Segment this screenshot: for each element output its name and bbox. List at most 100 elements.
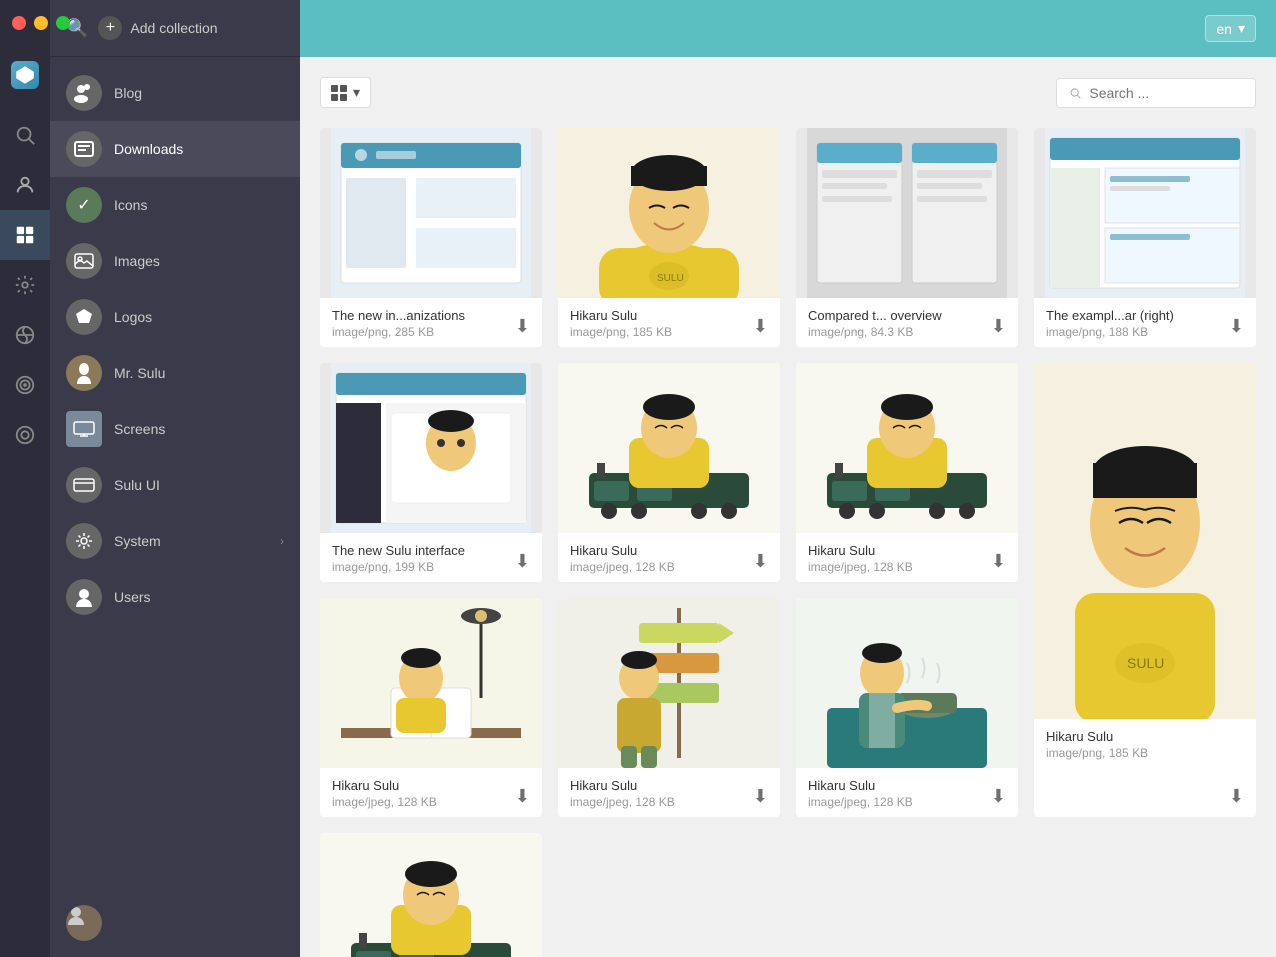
- media-card-meta: image/jpeg, 128 KB: [332, 795, 530, 809]
- users-avatar: [66, 579, 102, 615]
- media-card-info: Hikaru Sulu image/jpeg, 128 KB: [558, 533, 780, 582]
- sidebar-item-downloads[interactable]: Downloads: [50, 121, 300, 177]
- media-card[interactable]: Hikaru Sulu image/jpeg, 128 KB ⬇: [320, 598, 542, 817]
- media-card-info: Hikaru Sulu image/png, 185 KB: [1034, 719, 1256, 768]
- media-card-title: Hikaru Sulu: [570, 543, 768, 558]
- media-grid: The new in...anizations image/png, 285 K…: [320, 128, 1256, 957]
- sidebar-item-icons[interactable]: ✓ Icons: [50, 177, 300, 233]
- download-button[interactable]: ⬇: [991, 316, 1006, 337]
- sidebar-item-sulu-ui[interactable]: Sulu UI: [50, 457, 300, 513]
- download-button[interactable]: ⬇: [1229, 316, 1244, 337]
- media-card-info: Hikaru Sulu image/png, 185 KB: [558, 298, 780, 347]
- sidebar-item-images-label: Images: [114, 253, 284, 269]
- media-card[interactable]: mrsulu-train image/jpeg, 128 KB ⬇: [320, 833, 542, 957]
- settings-nav-icon[interactable]: [0, 260, 50, 310]
- media-card[interactable]: Hikaru Sulu image/jpeg, 128 KB ⬇: [558, 598, 780, 817]
- add-collection-button[interactable]: + Add collection: [98, 16, 217, 40]
- globe-nav-icon[interactable]: [0, 310, 50, 360]
- close-button[interactable]: [12, 16, 26, 30]
- download-button[interactable]: ⬇: [991, 786, 1006, 807]
- system-expand-arrow[interactable]: ›: [280, 534, 284, 548]
- media-thumb: [320, 128, 542, 298]
- media-card[interactable]: Hikaru Sulu image/jpeg, 128 KB ⬇: [558, 363, 780, 582]
- media-card[interactable]: The new in...anizations image/png, 285 K…: [320, 128, 542, 347]
- media-thumb: [320, 833, 542, 957]
- media-thumb: [796, 363, 1018, 533]
- add-icon: +: [98, 16, 122, 40]
- secondary-target-icon[interactable]: [0, 410, 50, 460]
- download-button[interactable]: ⬇: [753, 316, 768, 337]
- sidebar-item-images[interactable]: Images: [50, 233, 300, 289]
- search-bar[interactable]: [1056, 78, 1256, 108]
- media-nav-icon[interactable]: [0, 210, 50, 260]
- sidebar-item-screens[interactable]: Screens: [50, 401, 300, 457]
- download-button[interactable]: ⬇: [753, 786, 768, 807]
- download-button[interactable]: ⬇: [991, 551, 1006, 572]
- sidebar-header: 🔍 + Add collection: [50, 0, 300, 57]
- svg-text:SULU: SULU: [1127, 655, 1164, 671]
- media-card-title: The exampl...ar (right): [1046, 308, 1244, 323]
- language-selector[interactable]: en ▾: [1205, 15, 1256, 42]
- media-card[interactable]: SULU Hikaru Sulu image/png, 185 KB ⬇: [1034, 363, 1256, 817]
- sidebar-item-mrsulu[interactable]: Mr. Sulu: [50, 345, 300, 401]
- main-content: ▾: [300, 57, 1276, 957]
- media-card-info: Hikaru Sulu image/jpeg, 128 KB: [796, 768, 1018, 817]
- download-button[interactable]: ⬇: [1229, 786, 1244, 807]
- blog-avatar: [66, 75, 102, 111]
- current-user-avatar[interactable]: [66, 905, 102, 941]
- media-thumb: [1034, 128, 1256, 298]
- media-card-info: Hikaru Sulu image/jpeg, 128 KB: [320, 768, 542, 817]
- media-card-title: Hikaru Sulu: [332, 778, 530, 793]
- media-card-info: The new Sulu interface image/png, 199 KB: [320, 533, 542, 582]
- search-input[interactable]: [1089, 85, 1243, 101]
- minimize-button[interactable]: [34, 16, 48, 30]
- media-thumb: [320, 598, 542, 768]
- sidebar-item-users[interactable]: Users: [50, 569, 300, 625]
- media-card-info: The exampl...ar (right) image/png, 188 K…: [1034, 298, 1256, 347]
- icons-check-avatar: ✓: [66, 187, 102, 223]
- logo-icon: [0, 50, 50, 100]
- media-card-meta: image/png, 188 KB: [1046, 325, 1244, 339]
- sidebar-item-logos[interactable]: Logos: [50, 289, 300, 345]
- media-thumb: [558, 598, 780, 768]
- media-card[interactable]: Hikaru Sulu image/jpeg, 128 KB ⬇: [796, 598, 1018, 817]
- maximize-button[interactable]: [56, 16, 70, 30]
- media-card-info: Hikaru Sulu image/jpeg, 128 KB: [796, 533, 1018, 582]
- sidebar-item-users-label: Users: [114, 589, 284, 605]
- target-nav-icon[interactable]: [0, 360, 50, 410]
- media-card-title: Hikaru Sulu: [570, 308, 768, 323]
- download-button[interactable]: ⬇: [515, 786, 530, 807]
- sidebar-item-system[interactable]: System ›: [50, 513, 300, 569]
- media-card[interactable]: The new Sulu interface image/png, 199 KB…: [320, 363, 542, 582]
- media-card-meta: image/jpeg, 128 KB: [570, 560, 768, 574]
- icon-bar: [0, 0, 50, 957]
- download-button[interactable]: ⬇: [515, 316, 530, 337]
- media-card-title: Compared t... overview: [808, 308, 1006, 323]
- sidebar-item-mrsulu-label: Mr. Sulu: [114, 365, 284, 381]
- media-card-meta: image/png, 84.3 KB: [808, 325, 1006, 339]
- media-card[interactable]: Compared t... overview image/png, 84.3 K…: [796, 128, 1018, 347]
- search-nav-icon[interactable]: [0, 110, 50, 160]
- media-card-meta: image/png, 185 KB: [1046, 746, 1244, 760]
- media-card-title: Hikaru Sulu: [570, 778, 768, 793]
- media-thumb: SULU: [1034, 363, 1256, 719]
- media-card-info: The new in...anizations image/png, 285 K…: [320, 298, 542, 347]
- lang-dropdown-icon: ▾: [1238, 20, 1245, 37]
- media-card-title: Hikaru Sulu: [808, 778, 1006, 793]
- download-button[interactable]: ⬇: [753, 551, 768, 572]
- download-button[interactable]: ⬇: [515, 551, 530, 572]
- media-card[interactable]: The exampl...ar (right) image/png, 188 K…: [1034, 128, 1256, 347]
- media-thumb: SULU: [558, 128, 780, 298]
- media-card-meta: image/png, 185 KB: [570, 325, 768, 339]
- sidebar-item-blog[interactable]: Blog: [50, 65, 300, 121]
- sidebar-item-blog-label: Blog: [114, 85, 284, 101]
- view-toggle-button[interactable]: ▾: [320, 77, 371, 108]
- downloads-avatar: [66, 131, 102, 167]
- sidebar-item-screens-label: Screens: [114, 421, 284, 437]
- contacts-nav-icon[interactable]: [0, 160, 50, 210]
- media-card-meta: image/jpeg, 128 KB: [808, 795, 1006, 809]
- sidebar-item-downloads-label: Downloads: [114, 141, 284, 157]
- media-card[interactable]: Hikaru Sulu image/jpeg, 128 KB ⬇: [796, 363, 1018, 582]
- media-card-info: Compared t... overview image/png, 84.3 K…: [796, 298, 1018, 347]
- media-card[interactable]: SULU Hikaru Sulu image/png, 185 KB ⬇: [558, 128, 780, 347]
